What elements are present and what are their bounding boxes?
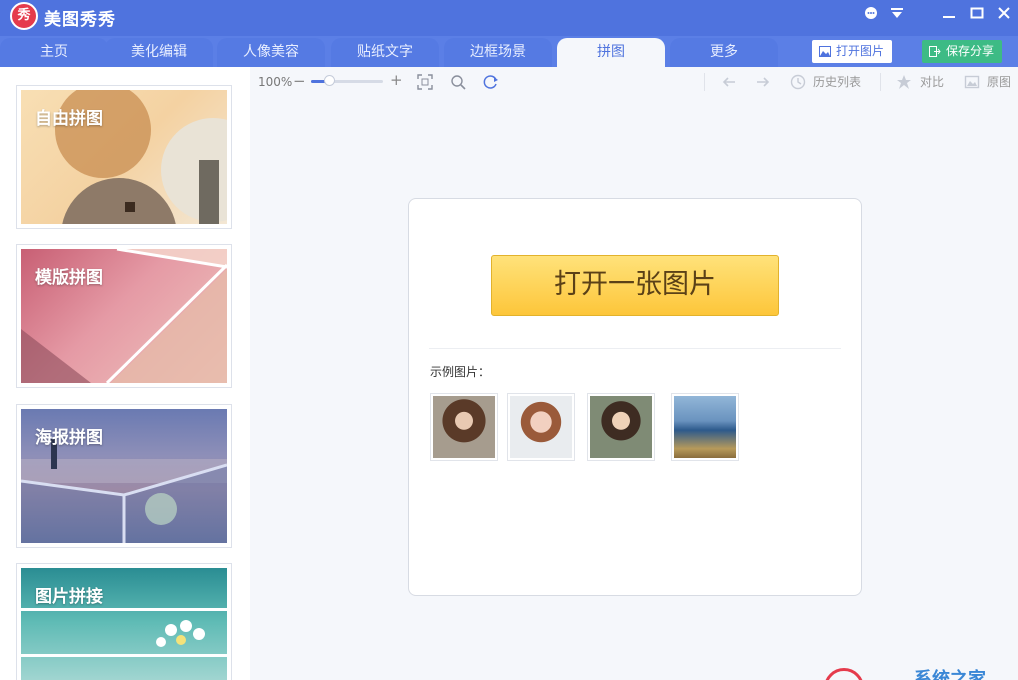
app-title: 美图秀秀 [44, 10, 116, 30]
tab-home[interactable]: 主页 [0, 38, 108, 67]
menu-dropdown-icon[interactable] [886, 5, 908, 27]
app-logo-icon: 秀 [10, 2, 38, 30]
free-collage-label: 自由拼图 [35, 109, 103, 129]
undo-icon[interactable] [721, 74, 737, 90]
sample-photo-woman-portrait [510, 396, 572, 458]
zoom-slider[interactable] [311, 80, 383, 83]
tab-more[interactable]: 更多 [670, 38, 778, 67]
toolbar-separator [880, 73, 881, 91]
tab-bar: 主页 美化编辑 人像美容 贴纸文字 边框场景 拼图 更多 打开图片 保存分享 [0, 36, 1018, 67]
zoom-in-button[interactable]: + [390, 72, 403, 88]
sample-image-2[interactable] [507, 393, 575, 461]
history-icon [790, 74, 806, 90]
fit-screen-icon[interactable] [417, 74, 433, 90]
sample-image-4[interactable] [671, 393, 739, 461]
actual-size-icon[interactable] [450, 74, 466, 90]
panel-divider [429, 348, 841, 349]
title-bar: 秀 美图秀秀 [0, 0, 1018, 36]
watermark-text: 系统之家 [914, 669, 986, 680]
save-share-button[interactable]: 保存分享 [922, 40, 1002, 63]
open-image-button[interactable]: 打开图片 [812, 40, 892, 63]
poster-collage-thumbnail: 海报拼图 [21, 409, 227, 543]
minimize-icon[interactable] [938, 5, 960, 27]
feedback-icon[interactable] [860, 5, 882, 27]
zoom-slider-handle[interactable] [324, 75, 335, 86]
free-collage-card[interactable]: 自由拼图 [16, 85, 232, 229]
sample-photo-woman-brown-hair [433, 396, 495, 458]
watermark-logo-icon [824, 668, 864, 680]
poster-collage-card[interactable]: 海报拼图 [16, 404, 232, 548]
open-image-label: 打开图片 [836, 44, 885, 58]
collage-mode-panel: 自由拼图 模版拼图 海报拼图 图片拼接 [0, 67, 250, 680]
toolbar-separator [704, 73, 705, 91]
tab-frames[interactable]: 边框场景 [444, 38, 552, 67]
tab-stickers-text[interactable]: 贴纸文字 [331, 38, 439, 67]
open-image-panel: 打开一张图片 示例图片： [408, 198, 862, 596]
history-list-button[interactable]: 历史列表 [813, 74, 861, 90]
compare-button[interactable]: 对比 [920, 74, 944, 90]
compare-icon [897, 75, 911, 89]
sample-images-label: 示例图片： [430, 365, 491, 379]
sample-photo-seaside-grass [674, 396, 736, 458]
save-share-label: 保存分享 [946, 44, 995, 58]
export-icon [929, 46, 941, 57]
tab-collage[interactable]: 拼图 [557, 38, 665, 67]
tab-beautify[interactable]: 美化编辑 [105, 38, 213, 67]
watermark: 系统之家 [822, 664, 1018, 680]
poster-collage-label: 海报拼图 [35, 428, 103, 448]
template-collage-card[interactable]: 模版拼图 [16, 244, 232, 388]
close-icon[interactable] [993, 5, 1015, 27]
sample-image-1[interactable] [430, 393, 498, 461]
image-stitch-card[interactable]: 图片拼接 [16, 563, 232, 680]
sample-photo-child [590, 396, 652, 458]
zoom-out-button[interactable]: − [293, 73, 306, 89]
image-stitch-label: 图片拼接 [35, 587, 103, 607]
redo-icon[interactable] [755, 74, 771, 90]
rotate-icon[interactable] [483, 74, 499, 90]
open-one-image-button[interactable]: 打开一张图片 [491, 255, 779, 316]
original-image-icon [964, 75, 980, 89]
image-icon [819, 46, 831, 57]
template-collage-label: 模版拼图 [35, 268, 103, 288]
zoom-level: 100% [258, 75, 293, 89]
template-collage-thumbnail: 模版拼图 [21, 249, 227, 383]
free-collage-thumbnail: 自由拼图 [21, 90, 227, 224]
sample-image-3[interactable] [587, 393, 655, 461]
maximize-icon[interactable] [966, 5, 988, 27]
image-stitch-thumbnail: 图片拼接 [21, 568, 227, 680]
tab-portrait[interactable]: 人像美容 [217, 38, 325, 67]
original-image-button[interactable]: 原图 [987, 74, 1011, 90]
